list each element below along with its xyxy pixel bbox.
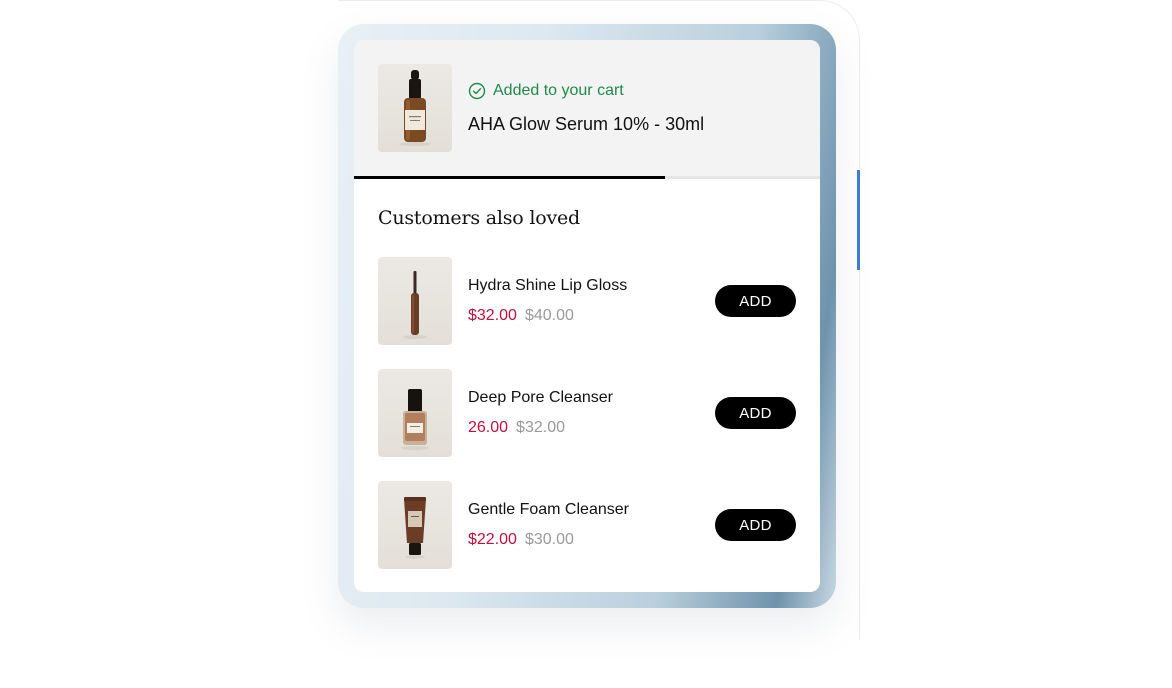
product-prices: 26.00 $32.00	[468, 419, 565, 437]
progress-fill	[354, 176, 665, 179]
product-name[interactable]: Hydra Shine Lip Gloss	[468, 277, 627, 295]
lip-gloss-product-image	[378, 257, 452, 345]
upsell-heading: Customers also loved	[378, 207, 581, 229]
added-to-cart-section: Added to your cart AHA Glow Serum 10% - …	[354, 40, 820, 176]
original-price: $30.00	[524, 531, 574, 548]
serum-product-image	[378, 64, 452, 152]
upsell-item-lip-gloss: Hydra Shine Lip Gloss $32.00 $40.00 ADD	[354, 257, 820, 345]
product-name[interactable]: Gentle Foam Cleanser	[468, 501, 629, 519]
add-deep-pore-cleanser-button[interactable]: ADD	[715, 397, 796, 429]
cart-popup: Added to your cart AHA Glow Serum 10% - …	[354, 40, 820, 592]
sale-price: $32.00	[468, 307, 517, 324]
sale-price: $22.00	[468, 531, 517, 548]
deep-pore-cleanser-product-image	[378, 369, 452, 457]
sale-price: 26.00	[468, 419, 509, 436]
upsell-item-deep-pore-cleanser: Deep Pore Cleanser 26.00 $32.00 ADD	[354, 369, 820, 457]
added-product-title: AHA Glow Serum 10% - 30ml	[468, 114, 705, 134]
add-foam-cleanser-button[interactable]: ADD	[715, 509, 796, 541]
background-accent	[857, 170, 860, 270]
product-prices: $32.00 $40.00	[468, 307, 574, 325]
original-price: $32.00	[516, 419, 565, 436]
added-status-label: Added to your cart	[493, 82, 624, 99]
added-status: Added to your cart	[468, 82, 624, 100]
add-lip-gloss-button[interactable]: ADD	[715, 285, 796, 317]
original-price: $40.00	[524, 307, 574, 324]
check-circle-icon	[468, 82, 486, 100]
product-name[interactable]: Deep Pore Cleanser	[468, 389, 613, 407]
product-prices: $22.00 $30.00	[468, 531, 574, 549]
upsell-item-gentle-foam-cleanser: Gentle Foam Cleanser $22.00 $30.00 ADD	[354, 481, 820, 569]
progress-bar	[354, 176, 820, 179]
foam-cleanser-product-image	[378, 481, 452, 569]
